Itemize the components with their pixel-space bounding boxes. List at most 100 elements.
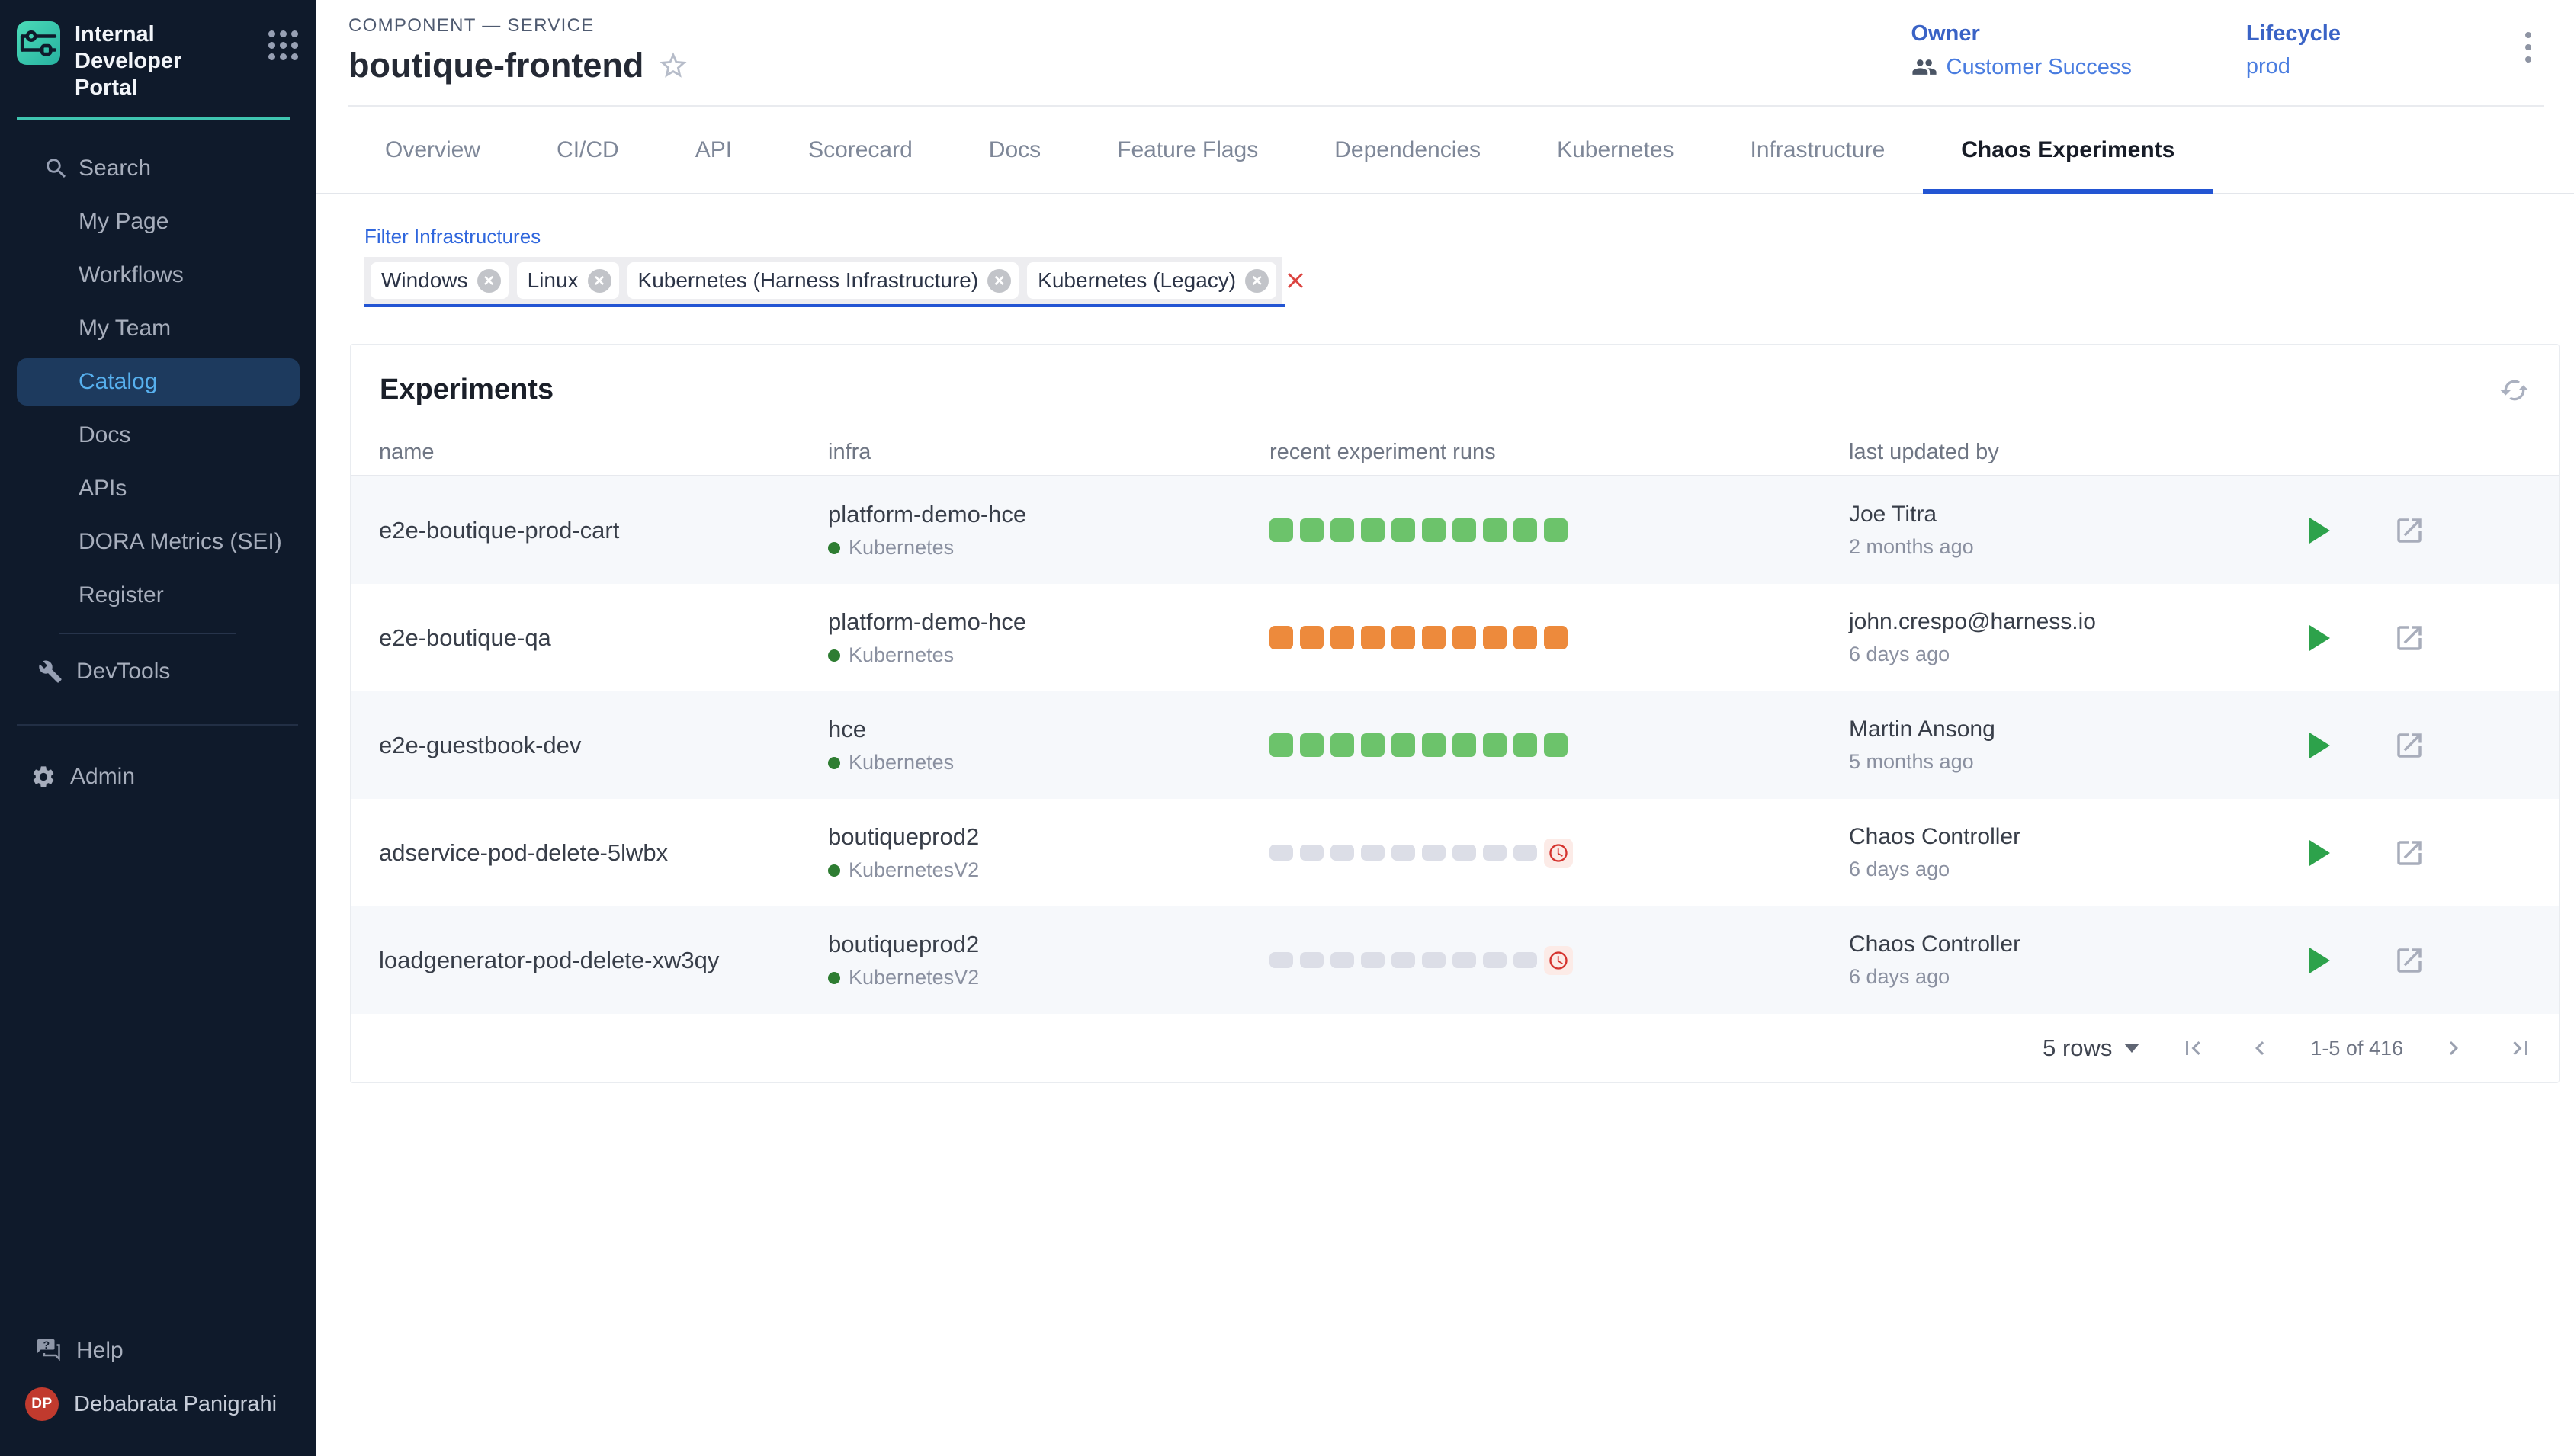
run-status-square[interactable]	[1269, 518, 1293, 542]
run-status-square[interactable]	[1361, 952, 1385, 968]
run-status-square[interactable]	[1269, 952, 1293, 968]
refresh-button[interactable]	[2499, 375, 2530, 406]
sidebar-item-help[interactable]: ? Help	[0, 1324, 316, 1377]
rows-per-page-select[interactable]: 5 rows	[2043, 1034, 2139, 1062]
chip-remove-icon[interactable]: ×	[477, 269, 501, 293]
filter-chips-box[interactable]: Windows×Linux×Kubernetes (Harness Infras…	[364, 257, 1282, 304]
open-experiment-button[interactable]	[2393, 944, 2425, 977]
run-status-square[interactable]	[1330, 845, 1354, 861]
run-status-square[interactable]	[1300, 518, 1324, 542]
harness-idp-logo[interactable]	[17, 21, 60, 65]
run-status-square[interactable]	[1391, 845, 1415, 861]
run-status-square[interactable]	[1452, 952, 1476, 968]
run-status-square[interactable]	[1483, 733, 1507, 757]
tab-ci-cd[interactable]: CI/CD	[518, 107, 657, 193]
run-status-square[interactable]	[1300, 626, 1324, 649]
tab-overview[interactable]: Overview	[347, 107, 518, 193]
run-status-square[interactable]	[1391, 626, 1415, 649]
run-status-square[interactable]	[1330, 518, 1354, 542]
last-page-button[interactable]	[2507, 1034, 2534, 1062]
tab-scorecard[interactable]: Scorecard	[770, 107, 951, 193]
run-status-square[interactable]	[1422, 518, 1446, 542]
run-status-square[interactable]	[1269, 845, 1293, 861]
run-status-square[interactable]	[1361, 626, 1385, 649]
tab-docs[interactable]: Docs	[951, 107, 1079, 193]
favorite-star-icon[interactable]	[657, 50, 689, 82]
sidebar-item-dora-metrics-sei[interactable]: DORA Metrics (SEI)	[0, 515, 316, 569]
sidebar-item-register[interactable]: Register	[0, 569, 316, 622]
run-status-square[interactable]	[1513, 845, 1537, 861]
run-status-square[interactable]	[1452, 733, 1476, 757]
run-status-square[interactable]	[1330, 733, 1354, 757]
run-status-square[interactable]	[1452, 626, 1476, 649]
column-header-infra[interactable]: infra	[828, 440, 1269, 465]
run-status-square[interactable]	[1269, 733, 1293, 757]
open-experiment-button[interactable]	[2393, 622, 2425, 654]
run-status-square[interactable]	[1330, 626, 1354, 649]
chip-remove-icon[interactable]: ×	[1245, 269, 1269, 293]
run-status-square[interactable]	[1483, 626, 1507, 649]
run-status-square[interactable]	[1544, 733, 1568, 757]
sidebar-item-devtools[interactable]: DevTools	[0, 645, 316, 698]
run-status-square[interactable]	[1513, 518, 1537, 542]
run-experiment-button[interactable]	[2309, 518, 2330, 544]
run-status-square[interactable]	[1483, 845, 1507, 861]
run-status-square[interactable]	[1300, 952, 1324, 968]
run-experiment-button[interactable]	[2309, 733, 2330, 758]
run-status-square[interactable]	[1513, 733, 1537, 757]
run-status-square[interactable]	[1422, 626, 1446, 649]
next-page-button[interactable]	[2440, 1034, 2467, 1062]
app-switcher-icon[interactable]	[268, 30, 298, 60]
run-status-square[interactable]	[1513, 952, 1537, 968]
run-status-square[interactable]	[1391, 518, 1415, 542]
tab-api[interactable]: API	[657, 107, 770, 193]
column-header-runs[interactable]: recent experiment runs	[1269, 440, 1849, 465]
tab-feature-flags[interactable]: Feature Flags	[1079, 107, 1296, 193]
tab-infrastructure[interactable]: Infrastructure	[1712, 107, 1924, 193]
infrastructure-filter-input[interactable]: Windows×Linux×Kubernetes (Harness Infras…	[364, 257, 1285, 307]
run-status-square[interactable]	[1544, 518, 1568, 542]
user-menu[interactable]: DP Debabrata Panigrahi	[0, 1377, 316, 1431]
sidebar-item-docs[interactable]: Docs	[0, 409, 316, 462]
owner-link[interactable]: Customer Success	[1947, 55, 2132, 80]
run-status-square[interactable]	[1544, 626, 1568, 649]
run-experiment-button[interactable]	[2309, 840, 2330, 866]
open-experiment-button[interactable]	[2393, 730, 2425, 762]
run-status-square[interactable]	[1422, 733, 1446, 757]
run-status-square[interactable]	[1361, 733, 1385, 757]
sidebar-item-admin[interactable]: Admin	[0, 750, 316, 803]
tab-chaos-experiments[interactable]: Chaos Experiments	[1923, 107, 2213, 193]
run-status-square[interactable]	[1330, 952, 1354, 968]
first-page-button[interactable]	[2179, 1034, 2207, 1062]
sidebar-item-apis[interactable]: APIs	[0, 462, 316, 515]
sidebar-item-search[interactable]: Search	[0, 142, 316, 195]
chip-remove-icon[interactable]: ×	[588, 269, 611, 293]
run-status-square[interactable]	[1361, 845, 1385, 861]
open-experiment-button[interactable]	[2393, 515, 2425, 547]
run-status-square[interactable]	[1300, 733, 1324, 757]
run-status-square[interactable]	[1452, 845, 1476, 861]
tab-kubernetes[interactable]: Kubernetes	[1519, 107, 1712, 193]
column-header-updated[interactable]: last updated by	[1849, 440, 2309, 465]
open-experiment-button[interactable]	[2393, 837, 2425, 869]
run-experiment-button[interactable]	[2309, 625, 2330, 651]
run-status-square[interactable]	[1269, 626, 1293, 649]
clear-filters-button[interactable]	[1282, 257, 1308, 304]
tab-dependencies[interactable]: Dependencies	[1296, 107, 1519, 193]
prev-page-button[interactable]	[2246, 1034, 2274, 1062]
run-status-square[interactable]	[1300, 845, 1324, 861]
sidebar-item-workflows[interactable]: Workflows	[0, 249, 316, 302]
run-status-square[interactable]	[1513, 626, 1537, 649]
run-status-square[interactable]	[1483, 952, 1507, 968]
run-status-square[interactable]	[1361, 518, 1385, 542]
run-status-square[interactable]	[1391, 952, 1415, 968]
run-status-square[interactable]	[1452, 518, 1476, 542]
run-status-square[interactable]	[1422, 952, 1446, 968]
run-experiment-button[interactable]	[2309, 948, 2330, 973]
run-status-square[interactable]	[1391, 733, 1415, 757]
run-status-square[interactable]	[1422, 845, 1446, 861]
more-actions-icon[interactable]	[2525, 32, 2531, 63]
column-header-name[interactable]: name	[379, 440, 828, 465]
run-status-square[interactable]	[1483, 518, 1507, 542]
sidebar-item-my-page[interactable]: My Page	[0, 195, 316, 249]
